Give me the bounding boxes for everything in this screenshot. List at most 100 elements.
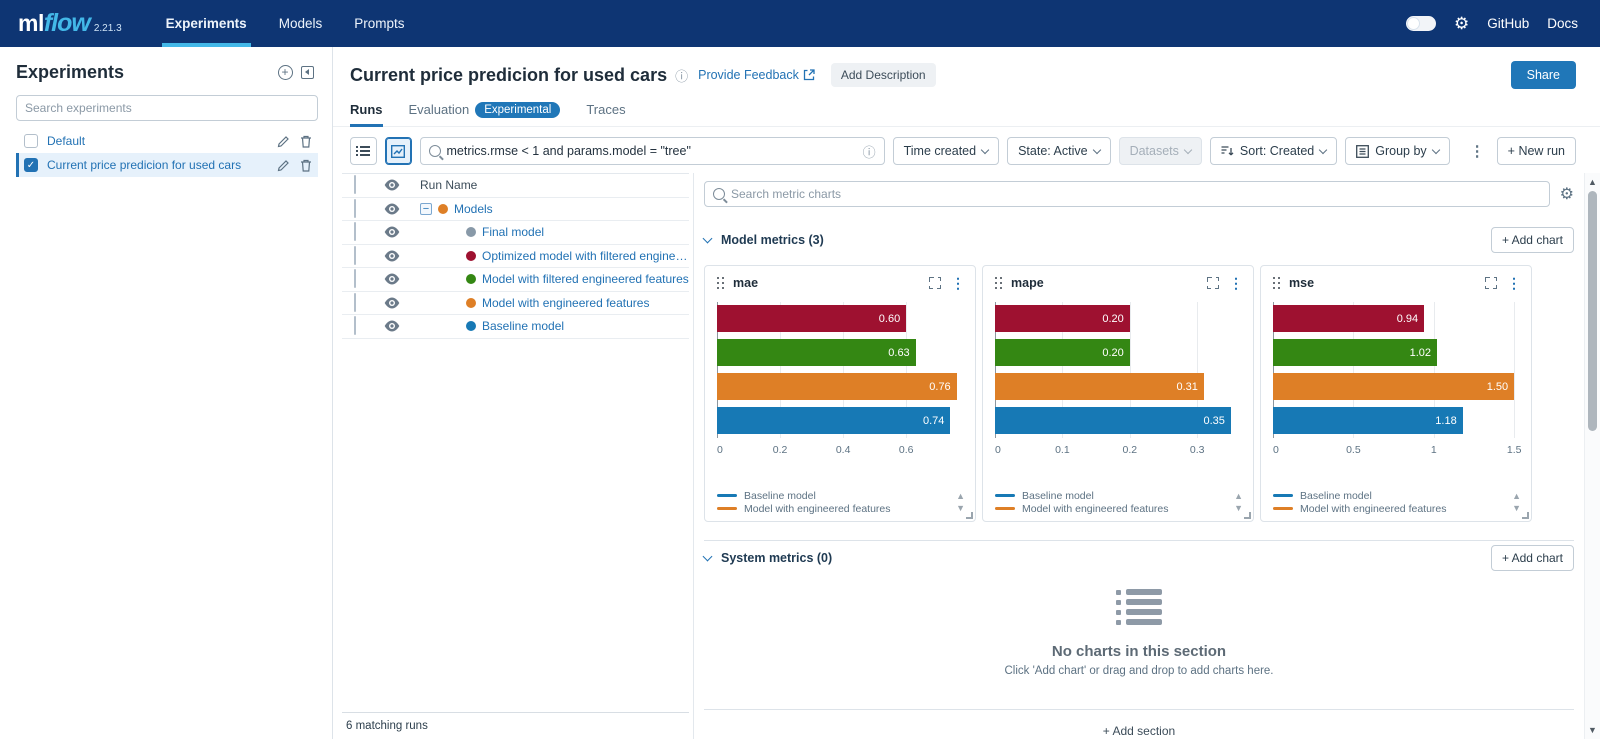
resize-handle[interactable] [1244, 512, 1251, 519]
run-checkbox[interactable] [354, 222, 356, 241]
time-created-dropdown[interactable]: Time created [893, 137, 999, 165]
legend-down-arrow-icon[interactable]: ▼ [956, 504, 965, 513]
visibility-eye-icon[interactable] [384, 250, 400, 262]
metric-bar[interactable]: 1.50 [1273, 373, 1514, 400]
share-button[interactable]: Share [1511, 61, 1576, 89]
experiment-checkbox[interactable] [24, 134, 38, 148]
state-dropdown[interactable]: State: Active [1007, 137, 1110, 165]
section-chevron-icon[interactable] [703, 551, 713, 561]
legend-item[interactable]: Model with engineered features [717, 502, 956, 515]
table-row[interactable]: Final model [342, 221, 689, 245]
run-checkbox[interactable] [354, 199, 356, 218]
metric-bar[interactable]: 0.20 [995, 305, 1130, 332]
scroll-down-arrow-icon[interactable]: ▼ [1588, 721, 1597, 739]
drag-handle-icon[interactable] [717, 277, 725, 289]
collapse-sidebar-button[interactable] [296, 61, 318, 83]
run-name-column-header[interactable]: Run Name [420, 178, 689, 192]
section-chevron-icon[interactable] [703, 233, 713, 243]
delete-trash-icon[interactable] [300, 159, 312, 172]
add-chart-button-model[interactable]: + Add chart [1491, 227, 1574, 253]
experiment-list-item[interactable]: Default [16, 129, 318, 153]
metric-bar[interactable]: 0.76 [717, 373, 957, 400]
experiment-name-link[interactable]: Current price predicion for used cars [47, 158, 268, 172]
chart-view-button[interactable] [385, 137, 412, 165]
scroll-up-arrow-icon[interactable]: ▲ [1588, 173, 1597, 191]
visibility-eye-icon[interactable] [384, 203, 400, 215]
table-row[interactable]: Optimized model with filtered engineered… [342, 245, 689, 269]
new-experiment-button[interactable]: + [274, 61, 296, 83]
search-experiments-input[interactable] [16, 95, 318, 121]
metric-bar[interactable]: 0.60 [717, 305, 906, 332]
drag-handle-icon[interactable] [1273, 277, 1281, 289]
group-by-dropdown[interactable]: Group by [1345, 137, 1449, 165]
metric-bar[interactable]: 0.20 [995, 339, 1130, 366]
scrollbar-thumb[interactable] [1588, 191, 1597, 431]
select-all-checkbox[interactable] [354, 175, 356, 194]
run-checkbox[interactable] [354, 293, 356, 312]
expand-chart-icon[interactable] [929, 277, 941, 289]
run-name-link[interactable]: Final model [482, 225, 544, 239]
chart-menu-icon[interactable]: ⋮ [1507, 276, 1521, 290]
chart-menu-icon[interactable]: ⋮ [1229, 276, 1243, 290]
experiment-name-link[interactable]: Default [47, 134, 268, 148]
legend-up-arrow-icon[interactable]: ▲ [956, 492, 965, 501]
experiment-list-item[interactable]: ✓ Current price predicion for used cars [16, 153, 318, 177]
nav-tab-experiments[interactable]: Experiments [150, 0, 263, 47]
table-row[interactable]: Model with engineered features [342, 292, 689, 316]
visibility-eye-icon[interactable] [384, 226, 400, 238]
charts-settings-gear-icon[interactable]: ⚙ [1560, 184, 1574, 204]
visibility-eye-icon[interactable] [384, 179, 400, 191]
run-checkbox[interactable] [354, 269, 356, 288]
metric-bar[interactable]: 0.63 [717, 339, 916, 366]
toolbar-overflow-menu[interactable]: ⋮ [1466, 142, 1489, 160]
legend-down-arrow-icon[interactable]: ▼ [1234, 504, 1243, 513]
list-view-button[interactable] [350, 137, 377, 165]
add-description-button[interactable]: Add Description [831, 63, 936, 87]
edit-pencil-icon[interactable] [277, 159, 290, 172]
legend-up-arrow-icon[interactable]: ▲ [1234, 492, 1243, 501]
tab-traces[interactable]: Traces [586, 93, 625, 127]
run-name-link[interactable]: Model with engineered features [482, 296, 649, 310]
new-run-button[interactable]: + New run [1497, 137, 1576, 165]
run-checkbox[interactable] [354, 316, 356, 335]
add-chart-button-system[interactable]: + Add chart [1491, 545, 1574, 571]
legend-up-arrow-icon[interactable]: ▲ [1512, 492, 1521, 501]
legend-item[interactable]: Baseline model [1273, 489, 1512, 502]
docs-link[interactable]: Docs [1547, 16, 1578, 31]
experiment-checkbox[interactable]: ✓ [24, 158, 38, 172]
visibility-eye-icon[interactable] [384, 273, 400, 285]
search-info-icon[interactable]: ⓘ [863, 142, 876, 161]
run-name-link[interactable]: Optimized model with filtered engineered… [482, 249, 689, 263]
metric-bar[interactable]: 1.02 [1273, 339, 1437, 366]
run-name-link[interactable]: Model with filtered engineered features [482, 272, 689, 286]
sort-dropdown[interactable]: Sort: Created [1210, 137, 1337, 165]
run-name-link[interactable]: Models [454, 202, 493, 216]
github-link[interactable]: GitHub [1487, 16, 1529, 31]
provide-feedback-link[interactable]: Provide Feedback [698, 68, 815, 82]
collapse-group-icon[interactable]: − [420, 203, 432, 215]
legend-item[interactable]: Model with engineered features [1273, 502, 1512, 515]
settings-gear-icon[interactable]: ⚙ [1454, 15, 1469, 32]
legend-item[interactable]: Model with engineered features [995, 502, 1234, 515]
legend-item[interactable]: Baseline model [995, 489, 1234, 502]
table-row[interactable]: − Models [342, 198, 689, 222]
expand-chart-icon[interactable] [1207, 277, 1219, 289]
tab-evaluation[interactable]: Evaluation Experimental [409, 93, 561, 127]
run-checkbox[interactable] [354, 246, 356, 265]
metric-bar[interactable]: 1.18 [1273, 407, 1463, 434]
charts-scrollbar[interactable]: ▲ ▼ [1584, 173, 1600, 739]
chart-menu-icon[interactable]: ⋮ [951, 276, 965, 290]
table-row[interactable]: Model with filtered engineered features [342, 268, 689, 292]
info-circle-icon[interactable]: ⓘ [675, 66, 688, 85]
drag-handle-icon[interactable] [995, 277, 1003, 289]
theme-toggle[interactable] [1406, 16, 1436, 31]
legend-scroll-arrows[interactable]: ▲▼ [1512, 492, 1521, 513]
metric-charts-search-input[interactable] [731, 187, 1541, 201]
resize-handle[interactable] [1522, 512, 1529, 519]
delete-trash-icon[interactable] [300, 135, 312, 148]
mlflow-logo[interactable]: mlflow 2.21.3 [18, 9, 122, 38]
add-section-button[interactable]: + Add section [1103, 724, 1175, 738]
nav-tab-prompts[interactable]: Prompts [338, 0, 420, 47]
runs-filter-input[interactable] [447, 144, 857, 158]
metric-bar[interactable]: 0.74 [717, 407, 950, 434]
